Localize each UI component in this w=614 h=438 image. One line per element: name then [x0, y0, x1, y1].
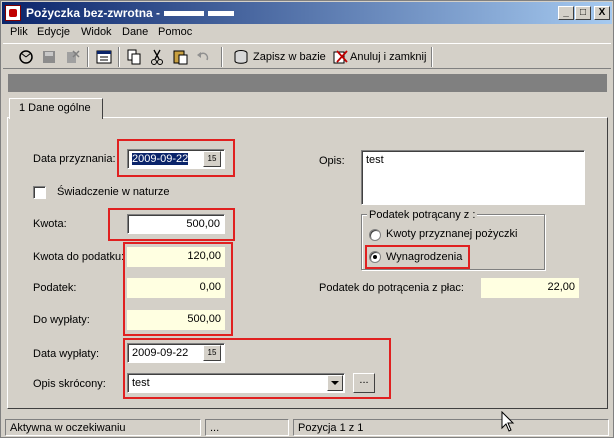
status-bar: Aktywna w oczekiwaniu ... Pozycja 1 z 1 — [3, 417, 611, 437]
kwota-do-podatku-value: 120,00 — [127, 247, 225, 267]
calendar-icon[interactable]: 15 — [203, 345, 221, 361]
mouse-cursor-icon — [501, 411, 515, 432]
podatek-value: 0,00 — [127, 278, 225, 298]
podatek-group-title: Podatek potrącany z : — [367, 209, 478, 221]
toolbar-separator — [87, 47, 89, 67]
podatek-do-potracenia-label: Podatek do potrącenia z płac: — [319, 282, 464, 294]
radio-kwoty[interactable] — [369, 229, 381, 241]
opis-textarea[interactable]: test — [361, 150, 585, 205]
maximize-button[interactable]: □ — [575, 6, 591, 20]
data-przyznania-label: Data przyznania: — [33, 153, 116, 165]
toolbar-separator — [221, 47, 223, 67]
menu-widok[interactable]: Widok — [81, 26, 112, 38]
kwota-input[interactable]: 500,00 — [127, 214, 225, 234]
swiadczenie-checkbox[interactable] — [33, 186, 46, 199]
podatek-label: Podatek: — [33, 282, 77, 294]
do-wyplaty-value: 500,00 — [127, 310, 225, 330]
do-wyplaty-label: Do wypłaty: — [33, 314, 90, 326]
save-db-icon[interactable] — [232, 48, 250, 66]
status-middle: ... — [205, 419, 289, 436]
menu-plik[interactable]: Plik — [10, 26, 28, 38]
toolbar: Zapisz w bazie Anuluj i zamknij — [3, 43, 611, 69]
toolbar-separator — [118, 47, 120, 67]
tab-label: 1 Dane ogólne — [19, 102, 91, 114]
minimize-button[interactable]: _ — [558, 6, 574, 20]
delete-icon[interactable] — [63, 48, 81, 66]
menu-bar: Plik Edycje Widok Dane Pomoc — [3, 24, 611, 42]
opis-skrocony-label: Opis skrócony: — [33, 378, 106, 390]
properties-icon[interactable] — [95, 48, 113, 66]
save-disk-icon[interactable] — [40, 48, 58, 66]
menu-pomoc[interactable]: Pomoc — [158, 26, 192, 38]
kwota-do-podatku-label: Kwota do podatku: — [33, 251, 125, 263]
toolbar-separator — [431, 47, 433, 67]
header-strip — [8, 74, 607, 92]
undo-icon[interactable] — [194, 48, 212, 66]
status-position: Pozycja 1 z 1 — [293, 419, 609, 436]
data-wyplaty-label: Data wypłaty: — [33, 348, 100, 360]
podatek-do-potracenia-value: 22,00 — [481, 278, 579, 298]
cancel-close-icon[interactable] — [331, 48, 349, 66]
cut-icon[interactable] — [148, 48, 166, 66]
menu-dane[interactable]: Dane — [122, 26, 148, 38]
window-title-text: Pożyczka bez-zwrotna - — [26, 6, 161, 20]
app-icon — [5, 5, 21, 21]
status-state: Aktywna w oczekiwaniu — [5, 419, 201, 436]
opis-skrocony-select[interactable]: test — [127, 373, 345, 393]
radio-wynagrodzenia[interactable] — [369, 251, 381, 263]
copy-icon[interactable] — [125, 48, 143, 66]
calendar-icon[interactable]: 15 — [203, 151, 221, 167]
data-przyznania-value: 2009-09-22 — [132, 153, 189, 165]
refresh-icon[interactable] — [17, 48, 35, 66]
title-bar: Pożyczka bez-zwrotna - _ □ X — [2, 2, 612, 24]
paste-icon[interactable] — [171, 48, 189, 66]
main-window: Pożyczka bez-zwrotna - _ □ X Plik Edycje… — [0, 0, 614, 438]
kwota-label: Kwota: — [33, 218, 67, 230]
save-to-db-button[interactable]: Zapisz w bazie — [253, 51, 326, 63]
tab-dane-ogolne[interactable]: 1 Dane ogólne — [9, 98, 103, 119]
close-button[interactable]: X — [594, 6, 610, 20]
window-title: Pożyczka bez-zwrotna - — [26, 6, 235, 20]
menu-edycje[interactable]: Edycje — [37, 26, 70, 38]
cancel-and-close-button[interactable]: Anuluj i zamknij — [350, 51, 426, 63]
title-redacted-bar — [164, 11, 205, 17]
opis-label: Opis: — [319, 155, 345, 167]
title-redacted-bar-2 — [208, 11, 235, 17]
radio-wynagrodzenia-label: Wynagrodzenia — [386, 251, 463, 263]
browse-button[interactable]: ... — [353, 373, 375, 393]
swiadczenie-label: Świadczenie w naturze — [57, 186, 170, 198]
chevron-down-icon[interactable] — [327, 375, 343, 391]
radio-kwoty-label: Kwoty przyznanej pożyczki — [386, 228, 518, 240]
